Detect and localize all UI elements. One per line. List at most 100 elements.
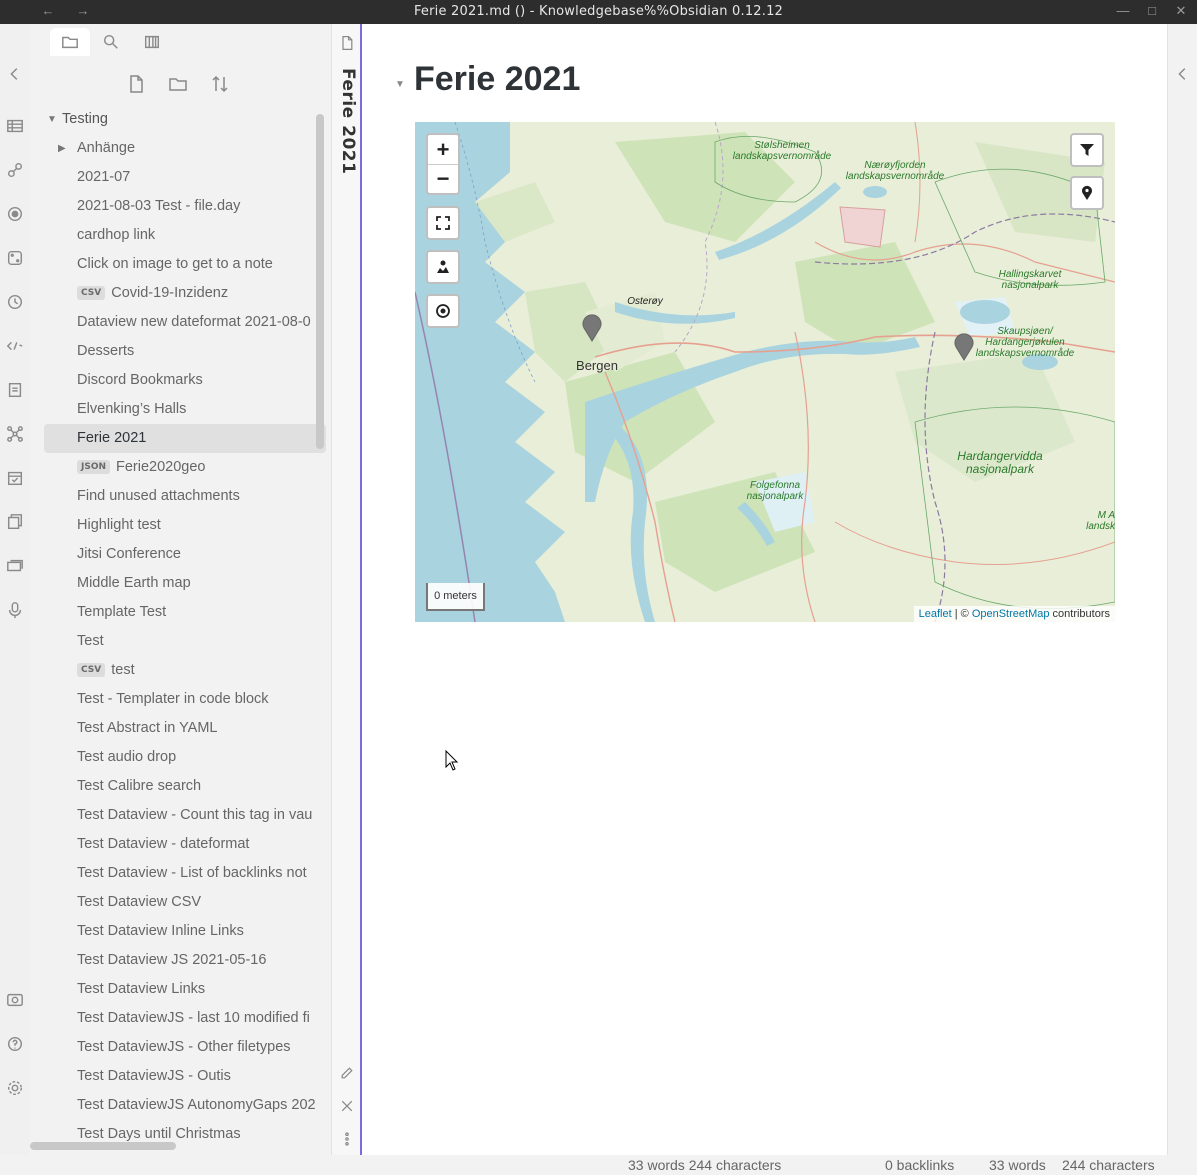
clock-icon[interactable]: [5, 292, 25, 312]
file-item[interactable]: Middle Earth map: [44, 569, 326, 598]
filter-button[interactable]: [1070, 133, 1104, 167]
file-item[interactable]: 2021-07: [44, 163, 326, 192]
openstreetmap-link[interactable]: OpenStreetMap: [972, 608, 1050, 620]
zoom-out-button[interactable]: −: [428, 164, 458, 193]
new-note-button[interactable]: [124, 72, 148, 96]
file-label: Ferie 2021: [77, 430, 147, 446]
file-item[interactable]: Dataview new dateformat 2021-08-0: [44, 308, 326, 337]
tab-bookmarks[interactable]: [132, 28, 172, 56]
file-item[interactable]: CSV Covid-19-Inzidenz: [44, 279, 326, 308]
map-layers-button[interactable]: [426, 250, 460, 284]
status-backlinks[interactable]: 0 backlinks: [885, 1157, 954, 1173]
map-marker[interactable]: [954, 333, 974, 361]
file-label: Test Abstract in YAML: [77, 720, 218, 736]
map-marker[interactable]: [582, 314, 602, 342]
tab-search[interactable]: [91, 28, 131, 56]
file-item[interactable]: Test DataviewJS - last 10 modified fi: [44, 1004, 326, 1033]
file-item[interactable]: Test Dataview - dateformat: [44, 830, 326, 859]
expand-right-sidebar-icon[interactable]: [1173, 64, 1193, 84]
settings-icon[interactable]: [5, 1078, 25, 1098]
maximize-icon[interactable]: □: [1144, 3, 1160, 19]
zoom-in-button[interactable]: +: [428, 135, 458, 164]
file-item[interactable]: Highlight test: [44, 511, 326, 540]
more-options-icon[interactable]: [338, 1130, 356, 1148]
calendar-check-icon[interactable]: [5, 468, 25, 488]
file-item[interactable]: Test Calibre search: [44, 772, 326, 801]
close-window-icon[interactable]: ✕: [1173, 3, 1189, 19]
file-label: Highlight test: [77, 517, 161, 533]
leaflet-map[interactable]: + − Stølsheimen landskapsvernområde Nærø…: [415, 122, 1115, 622]
file-item[interactable]: Test audio drop: [44, 743, 326, 772]
file-item[interactable]: Test Dataview Links: [44, 975, 326, 1004]
file-item[interactable]: Template Test: [44, 598, 326, 627]
file-item[interactable]: Test Dataview CSV: [44, 888, 326, 917]
file-tab-icon[interactable]: [338, 34, 356, 52]
marker-list-button[interactable]: [1070, 176, 1104, 210]
tab-file-explorer[interactable]: [50, 28, 90, 56]
close-tab-icon[interactable]: [338, 1097, 356, 1115]
sidebar-scrollbar[interactable]: [316, 114, 324, 449]
new-note-icon: [130, 75, 143, 93]
copy-doc-icon[interactable]: [5, 512, 25, 532]
file-item[interactable]: Elvenking’s Halls: [44, 395, 326, 424]
file-item[interactable]: Test Abstract in YAML: [44, 714, 326, 743]
file-item[interactable]: Click on image to get to a note: [44, 250, 326, 279]
graph-network-icon[interactable]: [5, 424, 25, 444]
file-item[interactable]: cardhop link: [44, 221, 326, 250]
file-item[interactable]: Desserts: [44, 337, 326, 366]
document-icon[interactable]: [5, 380, 25, 400]
file-item-active[interactable]: Ferie 2021: [44, 424, 326, 453]
title-bar: ← → Ferie 2021.md () - Knowledgebase%%Ob…: [0, 0, 1197, 24]
file-item[interactable]: Test Dataview - List of backlinks not: [44, 859, 326, 888]
slides-icon[interactable]: [5, 556, 25, 576]
ribbon: [0, 24, 30, 1175]
file-item[interactable]: JSON Ferie2020geo: [44, 453, 326, 482]
dice-icon[interactable]: [5, 248, 25, 268]
vault-icon[interactable]: [5, 990, 25, 1010]
fold-heading-icon[interactable]: ▼: [395, 79, 405, 90]
new-folder-button[interactable]: [166, 72, 190, 96]
file-item[interactable]: Test - Templater in code block: [44, 685, 326, 714]
file-label: Test DataviewJS - last 10 modified fi: [77, 1010, 310, 1026]
map-label-naeroyfjorden: Nærøyfjorden landskapsvernområde: [845, 160, 945, 182]
sort-button[interactable]: [208, 72, 232, 96]
file-item[interactable]: Jitsi Conference: [44, 540, 326, 569]
map-label-bergen: Bergen: [576, 358, 618, 373]
right-sidebar-strip: [1167, 24, 1197, 1155]
file-label: cardhop link: [77, 227, 156, 243]
link-icon[interactable]: [5, 160, 25, 180]
leaflet-link[interactable]: Leaflet: [919, 608, 952, 620]
map-label-osteroy: Osterøy: [627, 296, 663, 307]
minimize-icon[interactable]: —: [1115, 3, 1131, 19]
bookmark-book-icon: [144, 35, 160, 49]
file-label: Elvenking’s Halls: [77, 401, 187, 417]
file-item[interactable]: Test Dataview Inline Links: [44, 917, 326, 946]
folder-icon: [62, 36, 78, 49]
fullscreen-button[interactable]: [426, 206, 460, 240]
table-icon[interactable]: [5, 116, 25, 136]
file-item[interactable]: Test: [44, 627, 326, 656]
file-item[interactable]: Test Dataview - Count this tag in vau: [44, 801, 326, 830]
file-item[interactable]: Test DataviewJS - Other filetypes: [44, 1033, 326, 1062]
sidebar-horizontal-scrollbar[interactable]: [30, 1142, 176, 1150]
file-item[interactable]: Find unused attachments: [44, 482, 326, 511]
folder-anhange[interactable]: ▶ Anhänge: [44, 134, 326, 163]
file-label: Click on image to get to a note: [77, 256, 273, 272]
file-item[interactable]: Test Dataview JS 2021-05-16: [44, 946, 326, 975]
collapse-sidebar-icon[interactable]: [5, 64, 25, 84]
stacked-tab-title[interactable]: Ferie 2021: [338, 68, 358, 174]
file-item[interactable]: Test DataviewJS AutonomyGaps 202: [44, 1091, 326, 1120]
file-item[interactable]: CSV test: [44, 656, 326, 685]
folder-testing[interactable]: ▼ Testing: [44, 105, 326, 134]
graph-target-icon[interactable]: [5, 204, 25, 224]
locate-button[interactable]: [426, 294, 460, 328]
file-type-tag: JSON: [77, 460, 111, 474]
help-icon[interactable]: [5, 1034, 25, 1054]
attribution-tail: contributors: [1049, 608, 1110, 620]
file-item[interactable]: Test DataviewJS - Outis: [44, 1062, 326, 1091]
template-code-icon[interactable]: [5, 336, 25, 356]
microphone-icon[interactable]: [5, 600, 25, 620]
file-item[interactable]: Discord Bookmarks: [44, 366, 326, 395]
edit-pencil-icon[interactable]: [338, 1064, 356, 1082]
file-item[interactable]: 2021-08-03 Test - file.day: [44, 192, 326, 221]
